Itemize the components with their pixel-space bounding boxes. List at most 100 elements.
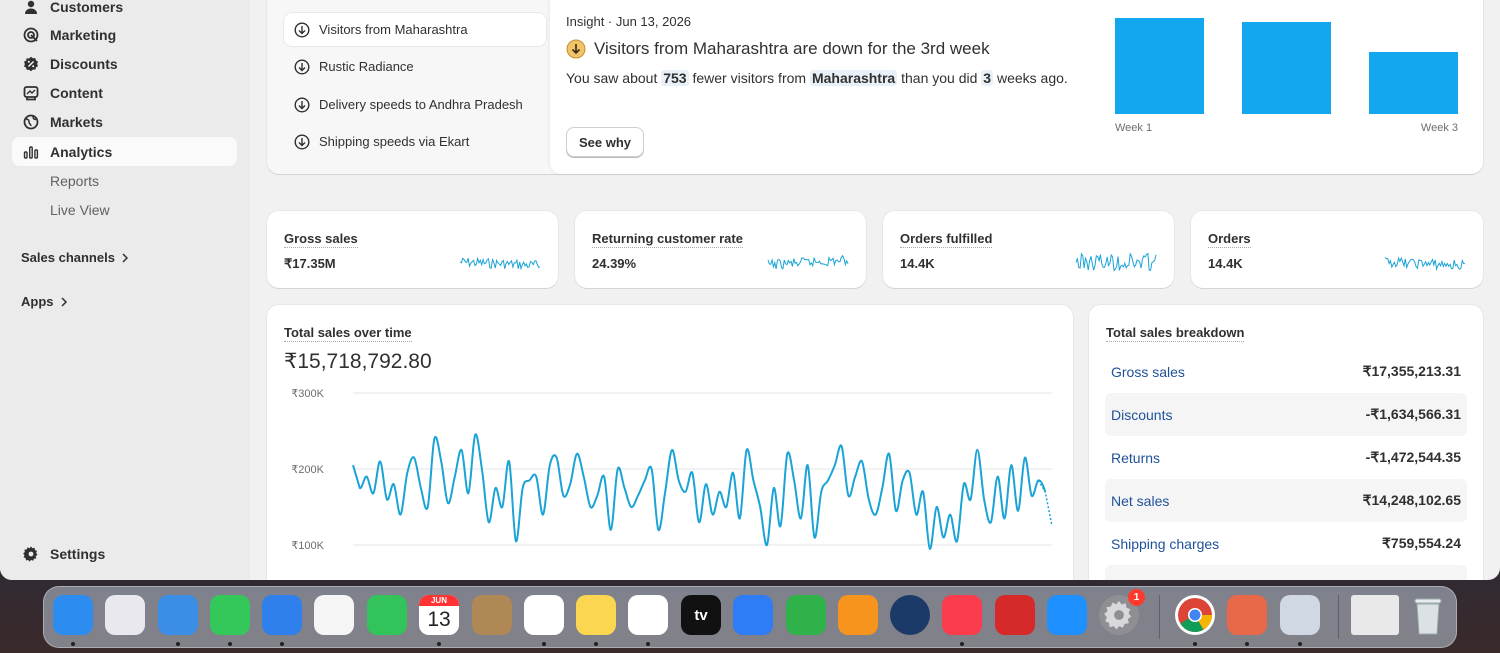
insight-list-item[interactable]: Delivery speeds to Andhra Pradesh — [284, 88, 546, 121]
y-tick-label: ₹100K — [291, 540, 324, 552]
dock-chrome-icon[interactable] — [1175, 595, 1215, 635]
section-label: Sales channels — [21, 250, 115, 265]
running-indicator — [228, 642, 232, 646]
dock-photos-icon[interactable] — [314, 595, 354, 635]
dock-mail-icon[interactable] — [262, 595, 302, 635]
sidebar-item-label: Discounts — [50, 55, 118, 72]
metric-value: 14.4K — [1208, 256, 1243, 271]
insight-list-label: Visitors from Maharashtra — [319, 22, 468, 37]
sparkline — [1075, 252, 1157, 272]
see-why-button[interactable]: See why — [566, 127, 645, 157]
total-sales-title: Total sales over time — [284, 325, 412, 342]
dock-notes-icon[interactable] — [576, 595, 616, 635]
dock-numbers-icon[interactable] — [786, 595, 826, 635]
insight-bar-chart: Week 1 Week 3 — [1115, 18, 1458, 134]
dock-trash-icon[interactable] — [1408, 595, 1448, 635]
running-indicator — [594, 642, 598, 646]
dock-launchpad-icon[interactable] — [105, 595, 145, 635]
insights-card: Visitors from Maharashtra Rustic Radianc… — [267, 0, 1483, 174]
arrow-down-circle-icon — [566, 39, 586, 59]
x-tick-label: Week 1 — [1115, 122, 1152, 134]
breakdown-label: Shipping charges — [1111, 535, 1220, 552]
sidebar-item-settings[interactable]: Settings — [12, 539, 237, 568]
breakdown-label: Discounts — [1111, 406, 1173, 423]
calendar-month: JUN — [419, 595, 459, 606]
sidebar-item-markets[interactable]: Markets — [12, 107, 237, 136]
sparkline — [459, 256, 541, 271]
insight-bar — [1115, 18, 1204, 114]
metric-title: Returning customer rate — [592, 231, 743, 248]
sidebar-subitem-reports[interactable]: Reports — [50, 173, 99, 189]
desc-highlight-region: Maharashtra — [809, 70, 898, 86]
insight-bar — [1369, 52, 1458, 114]
insight-headline: Visitors from Maharashtra are down for t… — [594, 39, 990, 58]
sidebar-item-analytics[interactable]: Analytics — [12, 137, 237, 166]
chevron-right-icon — [60, 296, 67, 307]
dock-messages-icon[interactable] — [210, 595, 250, 635]
sidebar-item-customers[interactable]: Customers — [12, 0, 237, 21]
metric-card-returning-customer-rate[interactable]: Returning customer rate 24.39% — [575, 211, 866, 288]
shopify-admin-window: Customers Marketing Discounts Content Ma… — [0, 0, 1500, 580]
sidebar-subitem-live-view[interactable]: Live View — [50, 202, 110, 218]
desc-text: You saw about — [566, 70, 658, 86]
insight-list-item[interactable]: Rustic Radiance — [284, 50, 546, 83]
dock-calendar-icon[interactable]: JUN 13 — [419, 595, 459, 635]
dock-claude-icon[interactable] — [1227, 595, 1267, 635]
breakdown-row-gross-sales[interactable]: Gross sales ₹17,355,213.31 — [1105, 350, 1467, 393]
breakdown-row-net-sales[interactable]: Net sales ₹14,248,102.65 — [1105, 479, 1467, 522]
dock-contacts-icon[interactable] — [472, 595, 512, 635]
dock-apple-tv-icon[interactable]: tv — [681, 595, 721, 635]
discount-badge-icon — [22, 55, 40, 73]
breakdown-value: ₹759,554.24 — [1382, 535, 1461, 551]
sidebar-section-apps[interactable]: Apps — [21, 294, 68, 309]
chrome-logo-icon — [1178, 598, 1212, 632]
insight-list-label: Rustic Radiance — [319, 59, 414, 74]
dock-freeform-icon[interactable] — [628, 595, 668, 635]
dock-reminders-icon[interactable] — [524, 595, 564, 635]
running-indicator — [437, 642, 441, 646]
sidebar-section-sales-channels[interactable]: Sales channels — [21, 250, 129, 265]
dock-separator — [1159, 595, 1160, 639]
metric-value: 24.39% — [592, 256, 637, 271]
arrow-down-circle-icon — [294, 96, 310, 113]
dock-keynote-icon[interactable] — [733, 595, 773, 635]
dock-pages-icon[interactable] — [838, 595, 878, 635]
breakdown-row-discounts[interactable]: Discounts -₹1,634,566.31 — [1105, 393, 1467, 436]
dock-music-icon[interactable] — [942, 595, 982, 635]
running-indicator — [1245, 642, 1249, 646]
sidebar-item-discounts[interactable]: Discounts — [12, 49, 237, 78]
sidebar-item-label: Customers — [50, 0, 124, 15]
insight-list-item[interactable]: Visitors from Maharashtra — [284, 13, 546, 46]
sidebar-item-content[interactable]: Content — [12, 78, 237, 107]
dock-app-store-icon[interactable] — [1047, 595, 1087, 635]
dock-steam-icon[interactable] — [890, 595, 930, 635]
arrow-down-circle-icon — [294, 58, 310, 75]
desc-text: weeks ago. — [996, 70, 1068, 86]
metric-card-gross-sales[interactable]: Gross sales ₹17.35M — [267, 211, 558, 288]
dock-preview-icon[interactable] — [1280, 595, 1320, 635]
dock-safari-icon[interactable] — [158, 595, 198, 635]
dock-finder-icon[interactable] — [53, 595, 93, 635]
running-indicator — [71, 642, 75, 646]
metric-card-orders[interactable]: Orders 14.4K — [1191, 211, 1483, 288]
content-icon — [22, 84, 40, 102]
insight-description: You saw about 753 fewer visitors from Ma… — [566, 70, 1068, 86]
breakdown-row-returns[interactable]: Returns -₹1,472,544.35 — [1105, 436, 1467, 479]
dock-system-settings-icon[interactable]: 1 — [1099, 589, 1145, 635]
dock-window-thumbnail-icon[interactable] — [1351, 595, 1399, 635]
metric-card-orders-fulfilled[interactable]: Orders fulfilled 14.4K — [883, 211, 1174, 288]
insight-meta: Insight · Jun 13, 2026 — [566, 14, 692, 29]
dock-photo-booth-icon[interactable] — [995, 595, 1035, 635]
sidebar-item-label: Settings — [50, 545, 106, 562]
running-indicator — [176, 642, 180, 646]
sales-breakdown-card: Total sales breakdown Gross sales ₹17,35… — [1089, 305, 1483, 580]
sparkline — [1384, 256, 1466, 271]
insight-list-label: Delivery speeds to Andhra Pradesh — [319, 97, 523, 112]
desc-highlight-weeks: 3 — [981, 70, 994, 86]
total-sales-card: Total sales over time ₹15,718,792.80 ₹30… — [267, 305, 1073, 580]
breakdown-row-shipping-charges[interactable]: Shipping charges ₹759,554.24 — [1105, 522, 1467, 565]
running-indicator — [280, 642, 284, 646]
sidebar-item-marketing[interactable]: Marketing — [12, 20, 237, 49]
dock-facetime-icon[interactable] — [367, 595, 407, 635]
insight-list-item[interactable]: Shipping speeds via Ekart — [284, 125, 546, 158]
